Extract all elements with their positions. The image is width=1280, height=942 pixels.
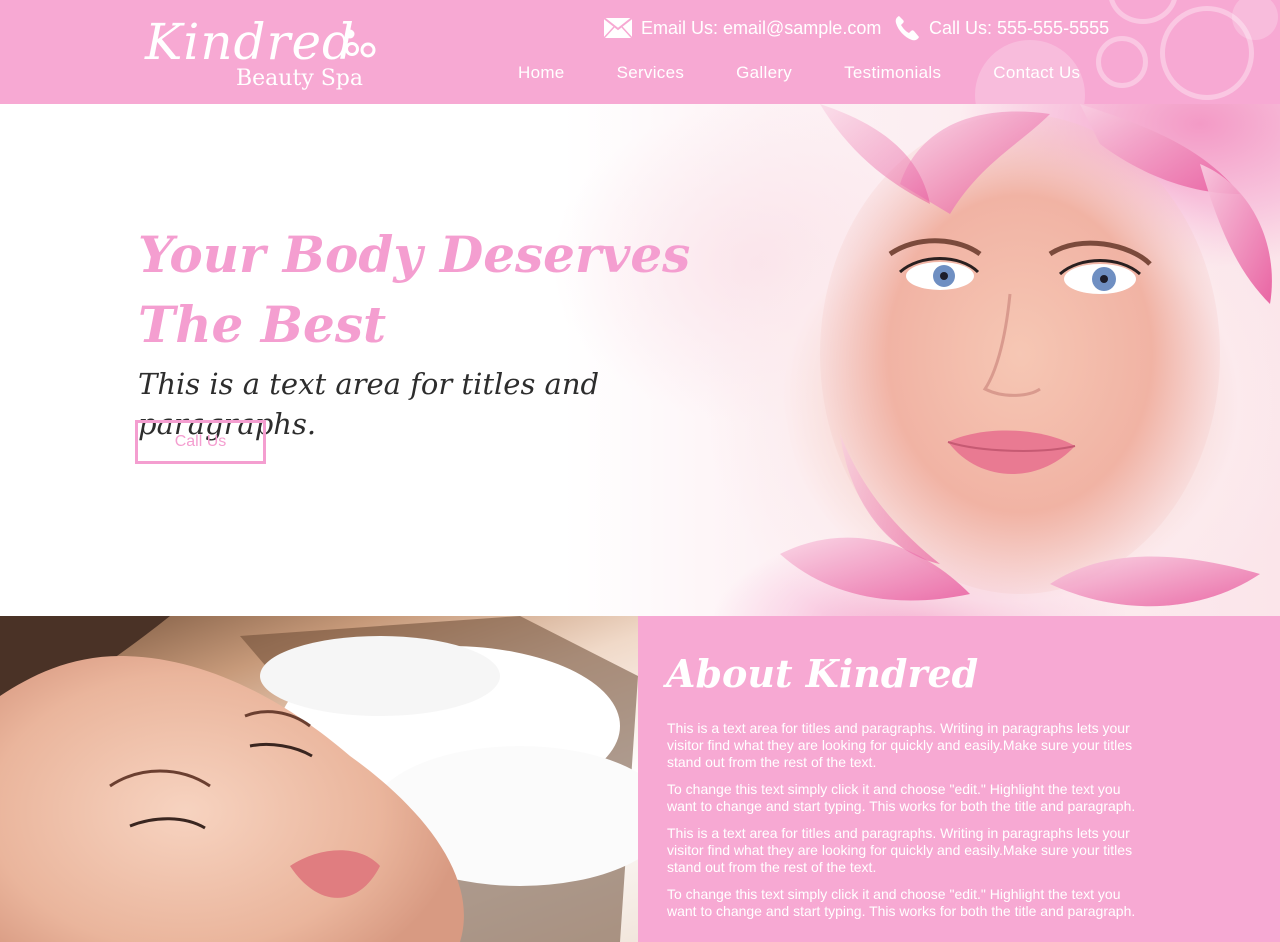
nav-testimonials[interactable]: Testimonials	[818, 61, 967, 87]
logo-tagline: Beauty Spa	[236, 66, 364, 91]
phone-contact[interactable]: Call Us: 555-555-5555	[893, 14, 1109, 42]
hero-title-line-2: The Best	[138, 295, 387, 354]
hero-title-line-1: Your Body Deserves	[138, 225, 691, 284]
about-paragraph: This is a text area for titles and parag…	[667, 825, 1133, 875]
site-logo[interactable]: Kindred Beauty Spa	[143, 12, 383, 96]
decorative-bubble	[1232, 0, 1278, 40]
nav-services[interactable]: Services	[591, 61, 711, 87]
nav-home[interactable]: Home	[492, 61, 591, 87]
about-body: This is a text area for titles and parag…	[667, 720, 1137, 930]
spa-treatment-image	[0, 616, 638, 942]
hero-title: Your Body Deserves The Best	[138, 220, 738, 360]
spa-photo-illustration	[0, 616, 638, 942]
email-text: Email Us: email@sample.com	[641, 17, 882, 38]
site-header: Kindred Beauty Spa Email Us: email@sampl…	[0, 0, 1280, 104]
hero-model-image	[780, 104, 1272, 607]
about-paragraph: To change this text simply click it and …	[667, 781, 1136, 814]
about-section: About Kindred This is a text area for ti…	[638, 616, 1280, 942]
email-contact[interactable]: Email Us: email@sample.com	[603, 14, 881, 42]
nav-gallery[interactable]: Gallery	[710, 61, 818, 87]
call-us-button[interactable]: Call Us	[135, 420, 266, 464]
about-title: About Kindred	[666, 651, 979, 696]
logo-wordmark: Kindred	[145, 13, 356, 71]
main-nav: Home Services Gallery Testimonials Conta…	[492, 61, 1106, 87]
envelope-icon	[603, 17, 633, 39]
phone-icon	[895, 16, 919, 41]
decorative-bubble	[1108, 0, 1178, 24]
nav-contact-us[interactable]: Contact Us	[967, 61, 1106, 87]
about-paragraph: To change this text simply click it and …	[667, 886, 1136, 919]
phone-text: Call Us: 555-555-5555	[929, 17, 1110, 38]
hero-banner: Your Body Deserves The Best This is a te…	[0, 104, 1280, 616]
logo-bubbles-icon	[345, 29, 376, 58]
about-paragraph: This is a text area for titles and parag…	[667, 720, 1133, 770]
